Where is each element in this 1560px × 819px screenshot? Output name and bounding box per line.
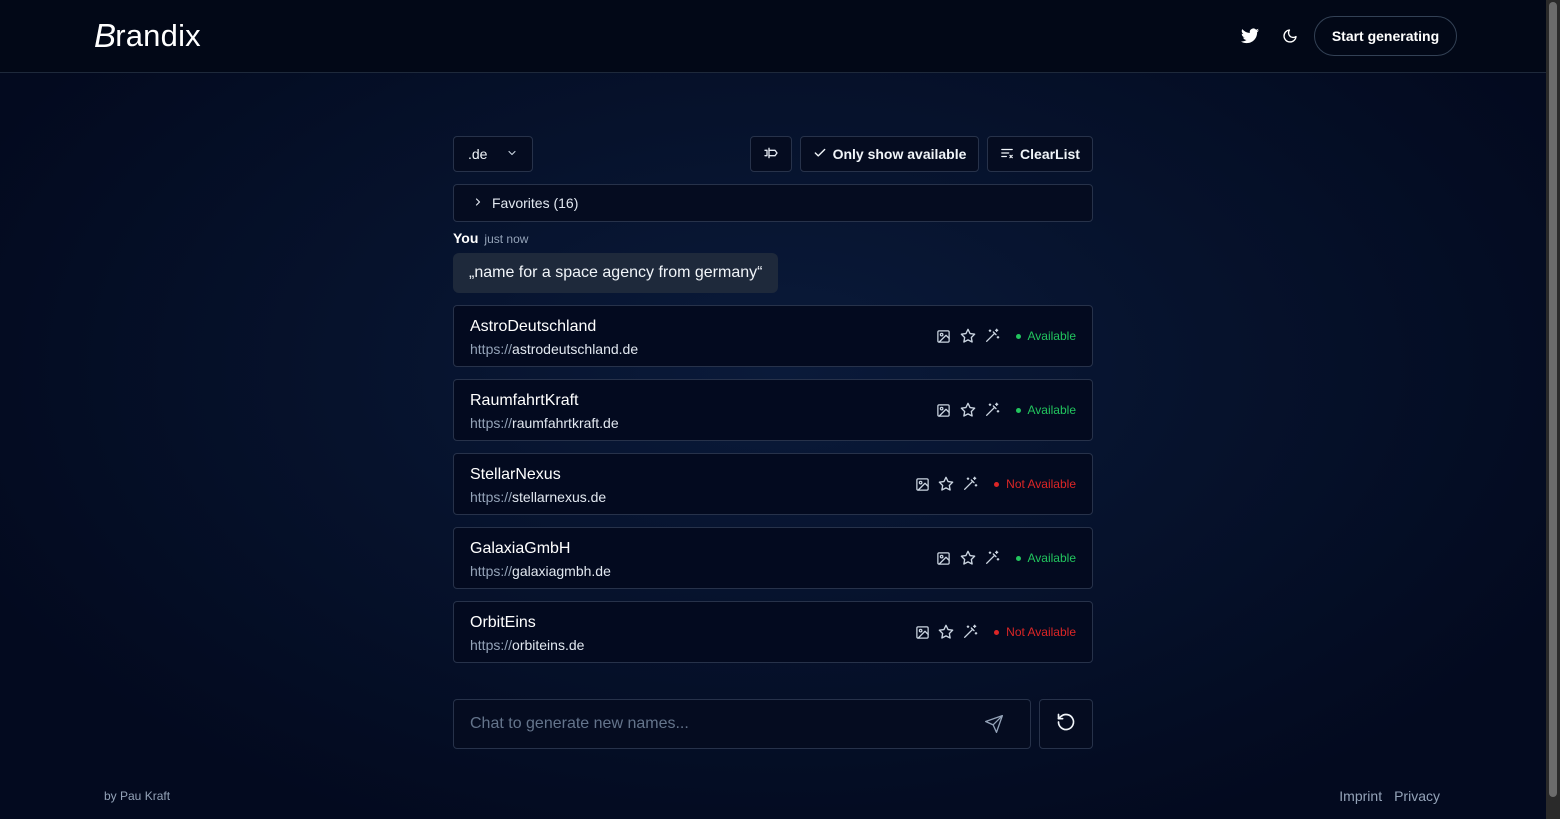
- result-url-protocol: https://: [470, 637, 513, 653]
- result-actions: Not Available: [914, 602, 1076, 662]
- magic-wand-icon[interactable]: [962, 624, 978, 640]
- result-name: RaumfahrtKraft: [470, 392, 579, 409]
- start-generating-button[interactable]: Start generating: [1314, 16, 1457, 56]
- result-url-protocol: https://: [470, 489, 513, 505]
- list-filter-icon: [1000, 146, 1014, 163]
- result-url-protocol: https://: [470, 415, 513, 431]
- image-icon[interactable]: [936, 328, 952, 344]
- availability-status: Not Available: [994, 625, 1076, 639]
- only-show-available-label: Only show available: [832, 146, 967, 162]
- result-name: OrbitEins: [470, 614, 536, 631]
- star-icon[interactable]: [960, 328, 976, 344]
- status-label: Not Available: [1006, 477, 1076, 491]
- twitter-icon[interactable]: [1238, 24, 1262, 48]
- status-label: Available: [1027, 403, 1076, 417]
- send-icon[interactable]: [984, 714, 1004, 734]
- availability-status: Available: [1015, 551, 1076, 565]
- result-card[interactable]: StellarNexus https://stellarnexus.de Not A…: [453, 453, 1093, 515]
- privacy-link[interactable]: Privacy: [1394, 788, 1440, 804]
- imprint-link[interactable]: Imprint: [1339, 788, 1382, 804]
- footer-credit: by Pau Kraft: [104, 789, 171, 803]
- chevron-right-icon: [472, 195, 484, 211]
- page-scrollbar[interactable]: [1546, 0, 1560, 819]
- status-label: Available: [1027, 551, 1076, 565]
- refresh-icon: [1056, 712, 1076, 737]
- result-url-protocol: https://: [470, 563, 513, 579]
- result-url[interactable]: https://stellarnexus.de: [470, 489, 606, 505]
- result-actions: Available: [936, 306, 1076, 366]
- tld-select[interactable]: .de: [453, 136, 533, 172]
- chat-input[interactable]: [455, 701, 955, 747]
- result-url-protocol: https://: [470, 341, 513, 357]
- result-url[interactable]: https://orbiteins.de: [470, 637, 584, 653]
- footer-links: Imprint Privacy: [1339, 788, 1440, 804]
- result-url[interactable]: https://galaxiagmbh.de: [470, 563, 611, 579]
- status-label: Available: [1027, 329, 1076, 343]
- star-icon[interactable]: [938, 624, 954, 640]
- image-icon[interactable]: [914, 624, 930, 640]
- result-url[interactable]: https://astrodeutschland.de: [470, 341, 638, 357]
- result-url-domain: raumfahrtkraft.de: [512, 415, 619, 431]
- result-url-domain: galaxiagmbh.de: [512, 563, 611, 579]
- status-label: Not Available: [1006, 625, 1076, 639]
- only-show-available-button[interactable]: Only show available: [800, 136, 979, 172]
- image-icon[interactable]: [914, 476, 930, 492]
- magic-wand-icon[interactable]: [984, 402, 1000, 418]
- result-url-domain: stellarnexus.de: [512, 489, 607, 505]
- result-url[interactable]: https://raumfahrtkraft.de: [470, 415, 619, 431]
- favorites-label: Favorites (16): [492, 195, 579, 211]
- status-dot: [994, 629, 1000, 635]
- message-bubble: „name for a space agency from germany“: [453, 253, 779, 293]
- message-meta: You just now: [453, 230, 528, 246]
- image-icon[interactable]: [936, 550, 952, 566]
- header: Brandix Start generating: [0, 0, 1546, 73]
- magic-wand-icon[interactable]: [984, 328, 1000, 344]
- logo-text: randix: [115, 18, 201, 53]
- result-url-domain: astrodeutschland.de: [512, 341, 639, 357]
- message-time: just now: [484, 232, 529, 246]
- result-name: StellarNexus: [470, 466, 561, 483]
- result-url-domain: orbiteins.de: [512, 637, 585, 653]
- brand-logo[interactable]: Brandix: [94, 17, 201, 54]
- availability-status: Available: [1015, 403, 1076, 417]
- result-name: GalaxiaGmbH: [470, 540, 571, 557]
- chat-box: [453, 699, 1031, 749]
- star-icon[interactable]: [960, 550, 976, 566]
- message-author: You: [453, 230, 479, 246]
- result-card[interactable]: OrbitEins https://orbiteins.de Not Availab…: [453, 601, 1093, 663]
- availability-status: Not Available: [994, 477, 1076, 491]
- star-icon[interactable]: [960, 402, 976, 418]
- star-icon[interactable]: [938, 476, 954, 492]
- result-actions: Available: [936, 380, 1076, 440]
- status-dot: [1015, 333, 1021, 339]
- toggle-view-button[interactable]: [750, 136, 792, 172]
- result-actions: Not Available: [914, 454, 1076, 514]
- status-dot: [1015, 407, 1021, 413]
- scrollbar-thumb[interactable]: [1549, 2, 1557, 797]
- logo-initial: B: [94, 17, 117, 54]
- result-actions: Available: [936, 528, 1076, 588]
- result-name: AstroDeutschland: [470, 318, 597, 335]
- check-icon: [813, 146, 827, 163]
- magic-wand-icon[interactable]: [984, 550, 1000, 566]
- clear-list-label: ClearList: [1020, 146, 1080, 162]
- image-icon[interactable]: [936, 402, 952, 418]
- result-card[interactable]: GalaxiaGmbH https://galaxiagmbh.de Availab…: [453, 527, 1093, 589]
- favorites-toggle[interactable]: Favorites (16): [453, 184, 1093, 222]
- magic-wand-icon[interactable]: [962, 476, 978, 492]
- regenerate-button[interactable]: [1039, 699, 1093, 749]
- availability-status: Available: [1015, 329, 1076, 343]
- tld-select-value: .de: [468, 146, 488, 162]
- label-tag-icon: [763, 145, 779, 164]
- result-card[interactable]: AstroDeutschland https://astrodeutschland…: [453, 305, 1093, 367]
- clear-list-button[interactable]: ClearList: [987, 136, 1093, 172]
- status-dot: [1015, 555, 1021, 561]
- page: Brandix Start generating .de Only show a…: [0, 0, 1560, 819]
- status-dot: [994, 481, 1000, 487]
- result-card[interactable]: RaumfahrtKraft https://raumfahrtkraft.de A…: [453, 379, 1093, 441]
- moon-icon[interactable]: [1278, 24, 1302, 48]
- chevron-down-icon: [506, 146, 518, 162]
